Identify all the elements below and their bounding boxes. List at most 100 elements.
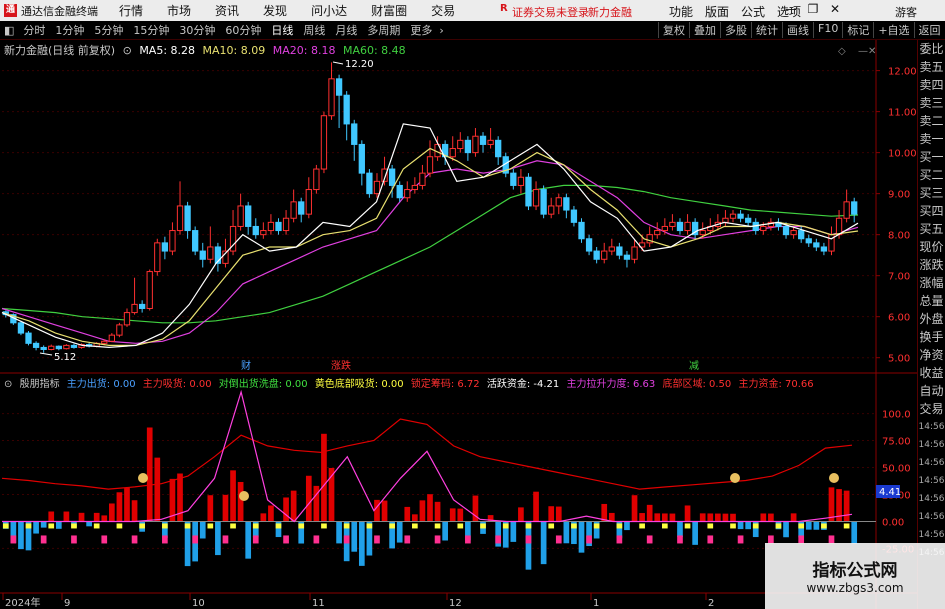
login-status[interactable]: 证券交易未登录 (512, 4, 589, 20)
bar-main-buy (404, 506, 411, 522)
indicator-name[interactable]: 殷朋指标 (20, 379, 60, 390)
tool-overlay[interactable]: 叠加 (689, 22, 720, 38)
indicator-settings-icon[interactable]: ⊙ (4, 379, 12, 390)
menu-item-trade[interactable]: 交易 (419, 2, 467, 19)
side-panel-item[interactable]: 总量 (918, 292, 945, 310)
candle-body (305, 189, 312, 215)
candle-body (479, 135, 487, 145)
side-panel-time: 14:56 (918, 494, 945, 504)
candle-body (245, 205, 252, 227)
menu-item-discover[interactable]: 发现 (251, 2, 299, 19)
title-bar: 通 通达信金融终端 行情 市场 资讯 发现 问小达 财富圈 交易 R 证券交易未… (0, 0, 945, 21)
tool-add-watchlist[interactable]: +自选 (873, 22, 913, 38)
period-15min[interactable]: 15分钟 (128, 22, 174, 38)
restore-icon[interactable]: ❐ (802, 2, 824, 16)
bar-bottom-accumulate (184, 523, 191, 529)
period-daily[interactable]: 日线 (266, 22, 298, 38)
candle-body (237, 205, 244, 227)
event-mark-finance[interactable]: 财 (241, 359, 251, 372)
bar-bottom-accumulate (775, 523, 782, 529)
close-icon[interactable]: ✕ (824, 2, 846, 16)
tool-f10[interactable]: F10 (813, 22, 842, 38)
indicator-field: 主力拉升力度: 6.63 (566, 379, 656, 390)
bar-locked-chips (162, 535, 168, 544)
date-tick-label: 9 (64, 598, 70, 609)
bar-main-sell (40, 521, 47, 528)
diamond-icon[interactable]: ◇ (838, 46, 846, 57)
bar-locked-chips (434, 535, 441, 544)
settings-icon[interactable]: ⊙ (123, 44, 132, 57)
chevron-right-icon[interactable]: › (437, 24, 445, 37)
event-mark-limit[interactable]: 涨跌 (331, 359, 351, 372)
period-30min[interactable]: 30分钟 (174, 22, 220, 38)
menu-item-formula[interactable]: 公式 (735, 3, 771, 20)
side-panel-item[interactable]: 自动 (918, 382, 945, 400)
side-panel-item[interactable]: 买二 (918, 166, 945, 184)
bar-main-buy (237, 481, 244, 522)
tool-draw[interactable]: 画线 (782, 22, 813, 38)
side-panel-item[interactable]: 涨幅 (918, 274, 945, 292)
side-panel-item[interactable]: 交易 (918, 400, 945, 418)
side-panel-item[interactable]: 买一 (918, 148, 945, 166)
sidebar-toggle-icon[interactable]: ◧ (0, 24, 18, 37)
tool-adjust[interactable]: 复权 (658, 22, 689, 38)
indicator-tick-label: 50.00 (882, 464, 911, 475)
stock-brand-name[interactable]: 新力金融 (588, 4, 632, 20)
period-60min[interactable]: 60分钟 (220, 22, 266, 38)
bar-bottom-accumulate (571, 523, 577, 529)
menu-item-layout[interactable]: 版面 (699, 3, 735, 20)
side-panel-item[interactable]: 买三 (918, 184, 945, 202)
side-panel-item[interactable]: 卖二 (918, 112, 945, 130)
menu-item-function[interactable]: 功能 (663, 3, 699, 20)
side-panel-item[interactable]: 委比 (918, 40, 945, 58)
side-panel-item[interactable]: 卖一 (918, 130, 945, 148)
guest-user[interactable]: 游客 (895, 4, 917, 20)
tool-mark[interactable]: 标记 (842, 22, 873, 38)
menu-item-quotes[interactable]: 行情 (107, 2, 155, 19)
zoom-out-icon[interactable]: — (858, 46, 868, 57)
side-panel-item[interactable]: 买四 (918, 202, 945, 220)
menu-item-wealth[interactable]: 财富圈 (359, 2, 419, 19)
period-monthly[interactable]: 月线 (330, 22, 362, 38)
period-1min[interactable]: 1分钟 (50, 22, 89, 38)
side-panel-item[interactable]: 涨跌 (918, 256, 945, 274)
minimize-icon[interactable]: — (780, 2, 802, 16)
candle-body (631, 246, 638, 260)
side-panel-item[interactable]: 收益 (918, 364, 945, 382)
candle-body (722, 217, 729, 223)
stock-chart-label[interactable]: 新力金融(日线 前复权) (4, 44, 115, 57)
bar-bottom-accumulate (2, 523, 9, 529)
tool-stats[interactable]: 统计 (751, 22, 782, 38)
bar-main-sell (540, 521, 547, 565)
bar-main-sell (55, 521, 62, 529)
candle-body (25, 332, 32, 344)
period-intraday[interactable]: 分时 (18, 22, 50, 38)
chart-canvas[interactable]: 12.0011.0010.009.008.007.006.005.00 12.2… (0, 40, 917, 609)
event-mark-reduce[interactable]: 减 (689, 360, 699, 372)
bar-main-buy (78, 512, 85, 522)
bar-main-buy (760, 513, 767, 522)
menu-item-ask[interactable]: 问小达 (299, 2, 359, 19)
period-5min[interactable]: 5分钟 (89, 22, 128, 38)
close-chart-icon[interactable]: ✕ (868, 46, 876, 57)
bar-bottom-accumulate (252, 523, 259, 529)
menu-item-market[interactable]: 市场 (155, 2, 203, 19)
period-weekly[interactable]: 周线 (298, 22, 330, 38)
menu-item-news[interactable]: 资讯 (203, 2, 251, 19)
side-panel-item[interactable]: 卖五 (918, 58, 945, 76)
bar-main-sell (783, 521, 789, 538)
period-multi[interactable]: 多周期 (362, 22, 405, 38)
tool-multi-stock[interactable]: 多股 (720, 22, 751, 38)
side-panel-item[interactable]: 外盘 (918, 310, 945, 328)
tool-back[interactable]: 返回 (913, 22, 945, 38)
bar-main-buy (427, 494, 433, 522)
side-panel-item[interactable]: 卖三 (918, 94, 945, 112)
side-panel-item[interactable]: 买五 (918, 220, 945, 238)
side-panel-item[interactable]: 净资 (918, 346, 945, 364)
side-panel-item[interactable]: 现价 (918, 238, 945, 256)
side-panel-item[interactable]: 卖四 (918, 76, 945, 94)
candle-body (396, 184, 403, 199)
period-more[interactable]: 更多 (405, 22, 437, 38)
candle-body (63, 344, 70, 350)
side-panel-item[interactable]: 换手 (918, 328, 945, 346)
